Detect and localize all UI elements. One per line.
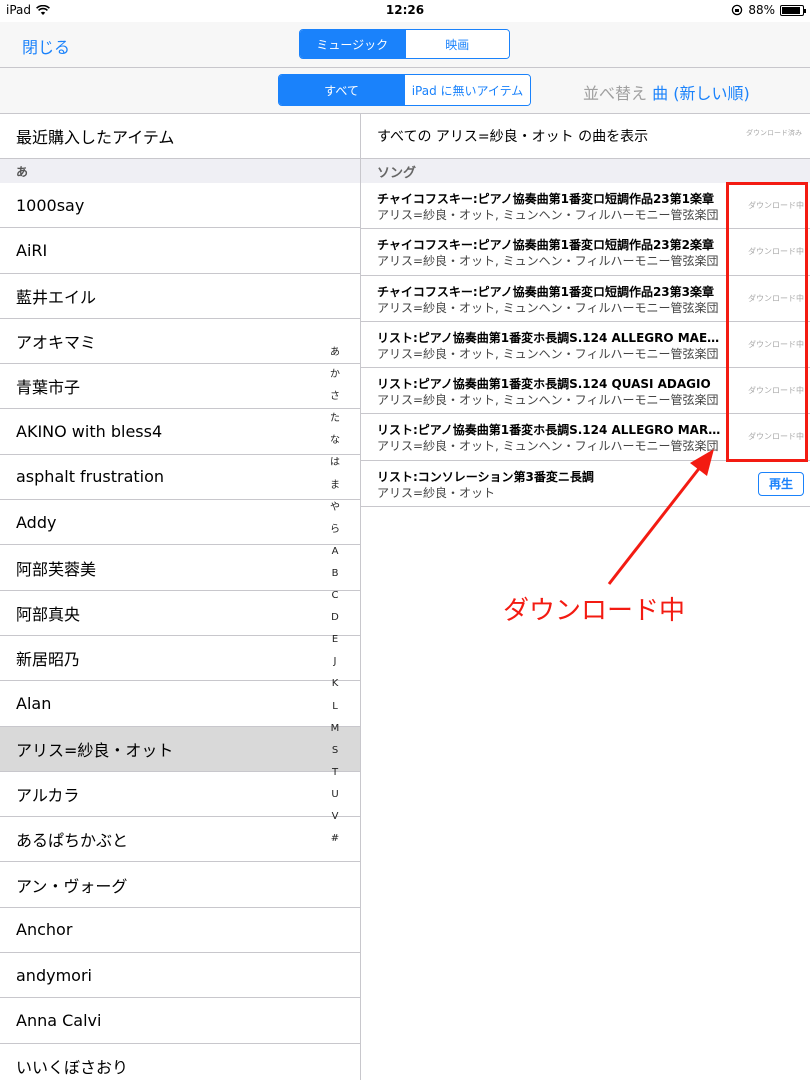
tab-all[interactable]: すべて <box>279 75 404 105</box>
sort-label: 並べ替え <box>583 84 648 103</box>
song-title: リスト:ピアノ協奏曲第1番変ホ長調S.124 QUASI ADAGIO <box>377 377 711 392</box>
index-letter[interactable]: ま <box>328 475 342 497</box>
song-title: リスト:ピアノ協奏曲第1番変ホ長調S.124 ALLEGRO MAESTOSO <box>377 330 727 345</box>
song-artist: アリス=紗良・オット <box>377 485 496 500</box>
index-letter[interactable]: さ <box>328 386 342 408</box>
index-letter[interactable]: L <box>328 696 342 718</box>
highlight-box <box>726 182 808 462</box>
index-letter[interactable]: か <box>328 364 342 386</box>
index-letter[interactable]: あ <box>328 342 342 364</box>
tab-movies[interactable]: 映画 <box>404 30 509 58</box>
battery-percent: 88% <box>748 3 775 17</box>
artist-row[interactable]: AKINO with bless4 <box>0 409 360 455</box>
index-letter[interactable]: B <box>328 563 342 585</box>
index-letter[interactable]: A <box>328 541 342 563</box>
index-letter[interactable]: V <box>328 806 342 828</box>
artist-row[interactable]: Addy <box>0 500 360 546</box>
artist-row[interactable]: 阿部真央 <box>0 591 360 636</box>
index-letter[interactable]: S <box>328 740 342 762</box>
song-artist: アリス=紗良・オット, ミュンヘン・フィルハーモニー管弦楽団 <box>377 439 719 454</box>
artist-row[interactable]: アリス=紗良・オット <box>0 726 360 772</box>
tab-not-on-ipad[interactable]: iPad に無いアイテム <box>404 75 530 105</box>
artist-row[interactable]: 阿部芙蓉美 <box>0 545 360 591</box>
artist-list: 最近購入したアイテム あ 1000say AiRI 藍井エイル アオキマミ 青葉市子 AK… <box>0 114 361 1080</box>
artist-row[interactable]: アオキマミ <box>0 319 360 365</box>
songs-section-header: ソング <box>361 159 810 183</box>
rotation-lock-icon <box>732 4 743 16</box>
index-letter[interactable]: M <box>328 718 342 740</box>
song-title: チャイコフスキー:ピアノ協奏曲第1番変ロ短調作品23第3楽章 <box>377 284 714 299</box>
show-all-label: すべての アリス=紗良・オット の曲を表示 <box>377 129 649 145</box>
annotation-label: ダウンロード中 <box>503 596 686 626</box>
index-letter[interactable]: J <box>328 651 342 673</box>
index-letter[interactable]: E <box>328 629 342 651</box>
artist-row[interactable]: 藍井エイル <box>0 274 360 319</box>
nav-bar: 閉じる ミュージック 映画 <box>0 22 810 68</box>
artist-row[interactable]: アン・ヴォーグ <box>0 862 360 908</box>
recent-purchases-item[interactable]: 最近購入したアイテム <box>0 114 360 159</box>
battery-icon <box>780 4 806 16</box>
artist-row[interactable]: Anna Calvi <box>0 998 360 1044</box>
index-letter[interactable]: ら <box>328 519 342 541</box>
index-letter[interactable]: U <box>328 784 342 806</box>
song-artist: アリス=紗良・オット, ミュンヘン・フィルハーモニー管弦楽団 <box>377 208 719 222</box>
song-title: チャイコフスキー:ピアノ協奏曲第1番変ロ短調作品23第2楽章 <box>377 238 714 253</box>
song-artist: アリス=紗良・オット, ミュンヘン・フィルハーモニー管弦楽団 <box>377 346 719 361</box>
artist-row[interactable]: 新居昭乃 <box>0 636 360 682</box>
status-time: 12:26 <box>385 3 425 17</box>
close-button[interactable]: 閉じる <box>22 34 70 58</box>
downloaded-status: ダウンロード済み <box>746 129 802 137</box>
artist-row[interactable]: Anchor <box>0 908 360 954</box>
artist-row[interactable]: andymori <box>0 953 360 999</box>
song-artist: アリス=紗良・オット, ミュンヘン・フィルハーモニー管弦楽団 <box>377 393 719 408</box>
artist-row[interactable]: AiRI <box>0 228 360 274</box>
battery-fill <box>782 6 800 14</box>
sort-button[interactable]: 並べ替え 曲 (新しい順) <box>583 80 750 104</box>
filter-segmented-control: すべて iPad に無いアイテム <box>278 74 531 106</box>
song-title: チャイコフスキー:ピアノ協奏曲第1番変ロ短調作品23第1楽章 <box>377 192 714 206</box>
artist-row[interactable]: asphalt frustration <box>0 455 360 501</box>
artist-row[interactable]: あるぱちかぶと <box>0 817 360 863</box>
artist-row[interactable]: 1000say <box>0 183 360 229</box>
sort-value: 曲 (新しい順) <box>652 84 750 103</box>
show-all-songs-item[interactable]: すべての アリス=紗良・オット の曲を表示 ダウンロード済み <box>361 114 810 159</box>
index-letter[interactable]: や <box>328 497 342 519</box>
index-letter[interactable]: は <box>328 452 342 474</box>
song-artist: アリス=紗良・オット, ミュンヘン・フィルハーモニー管弦楽団 <box>377 300 719 315</box>
status-bar: iPad 12:26 88% <box>0 0 810 22</box>
index-letter[interactable]: C <box>328 585 342 607</box>
section-header: あ <box>0 159 360 183</box>
artist-rows: 1000say AiRI 藍井エイル アオキマミ 青葉市子 AKINO with bles… <box>0 183 360 1080</box>
alphabet-index[interactable]: あかさたなはまやら A B C D E J K L M S T U V # <box>328 342 342 850</box>
artist-row[interactable]: いいくぼさおり <box>0 1044 360 1080</box>
artist-row[interactable]: 青葉市子 <box>0 364 360 410</box>
index-letter[interactable]: D <box>328 607 342 629</box>
artist-row[interactable]: アルカラ <box>0 772 360 818</box>
index-letter[interactable]: T <box>328 762 342 784</box>
index-letter[interactable]: K <box>328 673 342 695</box>
artist-row[interactable]: Alan <box>0 681 360 727</box>
song-title: リスト:ピアノ協奏曲第1番変ホ長調S.124 ALLEGRO MARZIALE <box>377 423 727 438</box>
song-title: リスト:コンソレーション第3番変ニ長調 <box>377 469 594 484</box>
status-right: 88% <box>731 3 806 17</box>
index-letter[interactable]: た <box>328 408 342 430</box>
media-type-segmented-control: ミュージック 映画 <box>299 29 510 59</box>
filter-bar: すべて iPad に無いアイテム 並べ替え 曲 (新しい順) <box>0 68 810 114</box>
song-row[interactable]: リスト:コンソレーション第3番変ニ長調 アリス=紗良・オット 再生 <box>361 461 810 508</box>
play-button[interactable]: 再生 <box>758 471 804 496</box>
song-artist: アリス=紗良・オット, ミュンヘン・フィルハーモニー管弦楽団 <box>377 254 719 269</box>
index-letter[interactable]: # <box>328 828 342 850</box>
tab-music[interactable]: ミュージック <box>300 30 405 58</box>
index-letter[interactable]: な <box>328 430 342 452</box>
